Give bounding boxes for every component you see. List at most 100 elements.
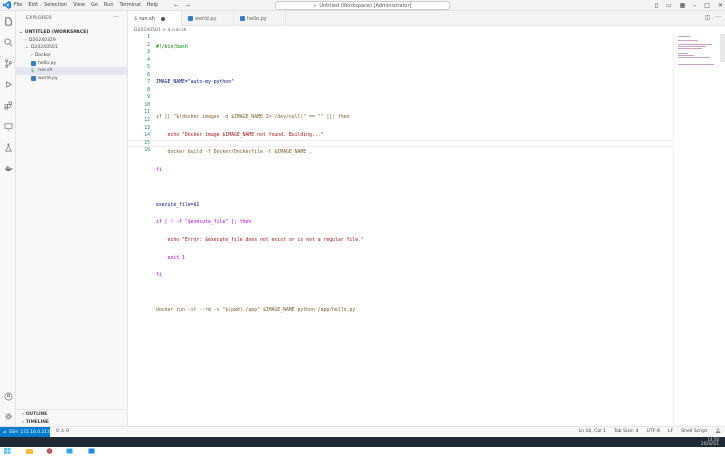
file-explorer-taskbar-icon[interactable] [26,439,33,454]
extensions-icon[interactable] [3,100,13,110]
close-icon[interactable]: ✕ [718,2,723,9]
maximize-icon[interactable]: □ [704,2,710,9]
code-line[interactable]: docker run -it --rm -v "$(pwd):/app" $IM… [156,307,364,315]
line-number: 11 [144,110,150,116]
encoding[interactable]: UTF-8 [647,429,660,434]
end-of-line[interactable]: LF [668,429,673,434]
minimap-line [678,57,710,58]
menu-edit[interactable]: Edit [28,2,38,8]
folder-item[interactable]: ⌄ D20240501 [16,44,128,52]
code-content[interactable]: #!/bin/bash IMAGE_NAME="auto-my-python" … [156,34,364,325]
python-file-icon [31,75,36,81]
vscode-logo-icon [2,1,11,10]
code-line[interactable]: echo "Docker image $IMAGE_NAME not found… [156,132,364,140]
testing-icon[interactable] [3,142,13,152]
code-line[interactable]: #!/bin/bash [156,44,364,52]
search-icon[interactable] [3,37,13,47]
menu-view[interactable]: View [73,2,85,8]
more-actions-icon[interactable]: ··· [113,14,119,21]
code-editor[interactable]: 1 2 3 4 5 6 7 8 9 10 11 12 13 14 15 16 #… [128,34,673,426]
code-line[interactable]: fi [156,167,364,175]
code-line[interactable]: fi [156,272,364,280]
layout-icon[interactable]: ▦ [680,2,686,9]
timeline-section[interactable]: › TIMELINE [16,418,128,426]
indentation[interactable]: Tab Size: 4 [614,429,639,434]
language-mode[interactable]: Shell Script [681,429,707,434]
sidebar-title: EXPLORER [26,16,52,21]
scrollbar-thumb[interactable] [720,34,725,62]
browser-taskbar-icon[interactable] [46,439,53,454]
command-center-search[interactable]: ⌕ Untitled (Workspace) [Administrator] [275,1,450,10]
line-number: 13 [144,125,150,131]
shell-file-icon: $ [31,68,35,75]
chevron-right-icon: › [22,411,24,417]
folder-item[interactable]: › D20240329 [16,37,128,45]
remote-icon: ⇌ [3,429,7,435]
code-line[interactable]: exit 1 [156,255,364,263]
toggle-sidebar-icon[interactable]: ▯ [655,2,658,9]
line-number: 10 [144,102,150,108]
code-line[interactable] [156,290,364,298]
minimap[interactable] [673,34,725,426]
minimap-line [678,53,688,54]
split-editor-icon[interactable]: ◫ [705,14,711,21]
status-bar: ⇌ SSH: 172.16.0.213 0 ⚠ 0 Ln 16, Col 1 T… [0,426,725,437]
tab-run-sh[interactable]: $ run.sh [128,11,182,26]
settings-gear-icon[interactable] [3,411,13,421]
outline-label: OUTLINE [25,411,48,417]
code-line[interactable]: echo "Error: $execute_file does not exis… [156,237,364,245]
remote-indicator[interactable]: ⇌ SSH: 172.16.0.213 [0,427,50,437]
account-icon[interactable] [3,391,13,401]
file-tree: ⌄ UNTITLED (WORKSPACE) › D20240329 ⌄ D20… [16,29,128,82]
more-actions-icon[interactable]: ··· [715,14,721,21]
menu-terminal[interactable]: Terminal [120,2,141,8]
code-line[interactable]: docker build -f Docker/Dockerfile -t $IM… [156,149,364,157]
remote-explorer-icon[interactable] [3,121,13,131]
code-line[interactable]: execute_file=$1 [156,202,364,210]
notifications-bell-icon[interactable]: 🔔︎ [715,429,721,434]
start-icon[interactable] [4,439,11,454]
tab-label: run.sh [139,15,155,22]
status-right: Ln 16, Col 1 Tab Size: 4 UTF-8 LF Shell … [579,429,721,434]
code-line[interactable]: IMAGE_NAME="auto-my-python" [156,79,364,87]
cursor-position[interactable]: Ln 16, Col 1 [579,429,606,434]
tree-item-hello-py[interactable]: hello.py [16,59,128,67]
code-line[interactable]: if [ ! -f "$execute_file" ]; then [156,219,364,227]
taskbar-clock[interactable]: 14:50 2024/5/1 [701,438,719,446]
outline-section[interactable]: › OUTLINE [16,410,128,418]
run-debug-icon[interactable] [3,79,13,89]
minimap-line [678,64,714,65]
menu-selection[interactable]: Selection [44,2,67,8]
code-line[interactable] [156,97,364,105]
python-file-icon [240,16,245,21]
nav-arrows[interactable]: ←→ [174,2,196,9]
workspace-root[interactable]: ⌄ UNTITLED (WORKSPACE) [16,29,128,37]
source-control-icon[interactable] [3,58,13,68]
toggle-panel-icon[interactable]: ▭ [666,2,672,9]
tab-hello-py[interactable]: hello.py [234,11,286,26]
explorer-icon[interactable] [3,16,13,26]
code-line[interactable] [156,62,364,70]
code-line[interactable] [156,184,364,192]
app-taskbar-icon[interactable] [66,439,73,454]
menu-run[interactable]: Run [104,2,114,8]
python-file-icon [188,16,193,21]
menu-help[interactable]: Help [147,2,158,8]
breadcrumb[interactable]: D20240501 > $ run.sh [134,28,187,33]
tree-item-run-sh[interactable]: $ run.sh [16,66,128,75]
minimize-icon[interactable]: – [693,2,696,9]
tab-world-py[interactable]: world.py [182,11,234,26]
activity-bar [0,11,16,426]
problems-indicator[interactable]: 0 ⚠ 0 [56,429,69,434]
menu-file[interactable]: File [14,2,22,8]
docker-icon[interactable] [3,163,13,173]
tree-item-docker[interactable]: › Docker [16,52,128,60]
minimap-line [678,55,694,56]
search-title: Untitled (Workspace) [Administrator] [319,2,412,9]
menu-go[interactable]: Go [91,2,98,8]
unsaved-dot-icon[interactable] [160,16,165,21]
code-line[interactable]: if [[ "$(docker images -q $IMAGE_NAME 2>… [156,114,364,122]
tree-item-world-py[interactable]: world.py [16,75,128,83]
line-number: 3 [147,50,150,56]
vscode-taskbar-icon[interactable] [88,439,95,454]
